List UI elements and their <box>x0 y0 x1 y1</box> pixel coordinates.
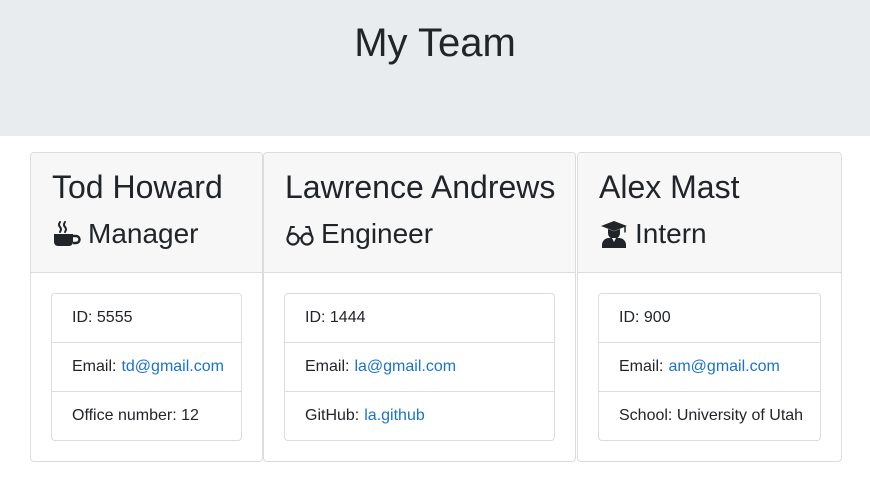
employee-card-engineer: Lawrence Andrews Engineer ID: 1444 Email… <box>263 152 576 462</box>
email-item: Email: am@gmail.com <box>599 343 820 392</box>
employee-details: ID: 5555 Email: td@gmail.com Office numb… <box>51 293 242 441</box>
glasses-icon <box>285 219 315 249</box>
email-label: Email: <box>305 358 350 375</box>
role-label: Manager <box>88 218 199 249</box>
employee-details: ID: 1444 Email: la@gmail.com GitHub: la.… <box>284 293 555 441</box>
github-item: GitHub: la.github <box>285 392 554 440</box>
github-label: GitHub: <box>305 407 360 424</box>
header-banner: My Team <box>0 0 870 136</box>
office-number-text: Office number: 12 <box>72 407 199 424</box>
role-label: Intern <box>635 218 707 249</box>
employee-card-manager: Tod Howard Manager ID: 5555 Email: td@gm… <box>30 152 263 462</box>
employee-role: Engineer <box>285 215 433 253</box>
role-label: Engineer <box>321 218 434 249</box>
employee-name: Tod Howard <box>52 169 223 205</box>
id-text: ID: 5555 <box>72 309 133 326</box>
email-link[interactable]: td@gmail.com <box>121 358 224 376</box>
email-item: Email: td@gmail.com <box>52 343 241 392</box>
email-item: Email: la@gmail.com <box>285 343 554 392</box>
email-link[interactable]: la@gmail.com <box>354 358 456 376</box>
employee-details: ID: 900 Email: am@gmail.com School: Univ… <box>598 293 821 441</box>
school-item: School: University of Utah <box>599 392 820 440</box>
id-text: ID: 1444 <box>305 309 366 326</box>
id-text: ID: 900 <box>619 309 671 326</box>
card-header: Lawrence Andrews Engineer <box>264 153 575 273</box>
email-label: Email: <box>619 358 664 375</box>
employee-name: Alex Mast <box>599 169 740 205</box>
school-text: School: University of Utah <box>619 407 804 424</box>
employee-card-intern: Alex Mast Intern ID: 900 Email: am@gmail… <box>577 152 842 462</box>
coffee-icon <box>52 219 82 249</box>
id-item: ID: 5555 <box>52 294 241 343</box>
card-header: Alex Mast Intern <box>578 153 841 273</box>
card-header: Tod Howard Manager <box>31 153 262 273</box>
office-number-item: Office number: 12 <box>52 392 241 440</box>
github-link[interactable]: la.github <box>364 407 425 425</box>
email-label: Email: <box>72 358 117 375</box>
email-link[interactable]: am@gmail.com <box>668 358 779 376</box>
id-item: ID: 1444 <box>285 294 554 343</box>
graduate-icon <box>599 219 629 249</box>
employee-role: Intern <box>599 215 707 253</box>
page-title: My Team <box>354 21 516 65</box>
id-item: ID: 900 <box>599 294 820 343</box>
employee-role: Manager <box>52 215 199 253</box>
employee-name: Lawrence Andrews <box>285 169 556 205</box>
